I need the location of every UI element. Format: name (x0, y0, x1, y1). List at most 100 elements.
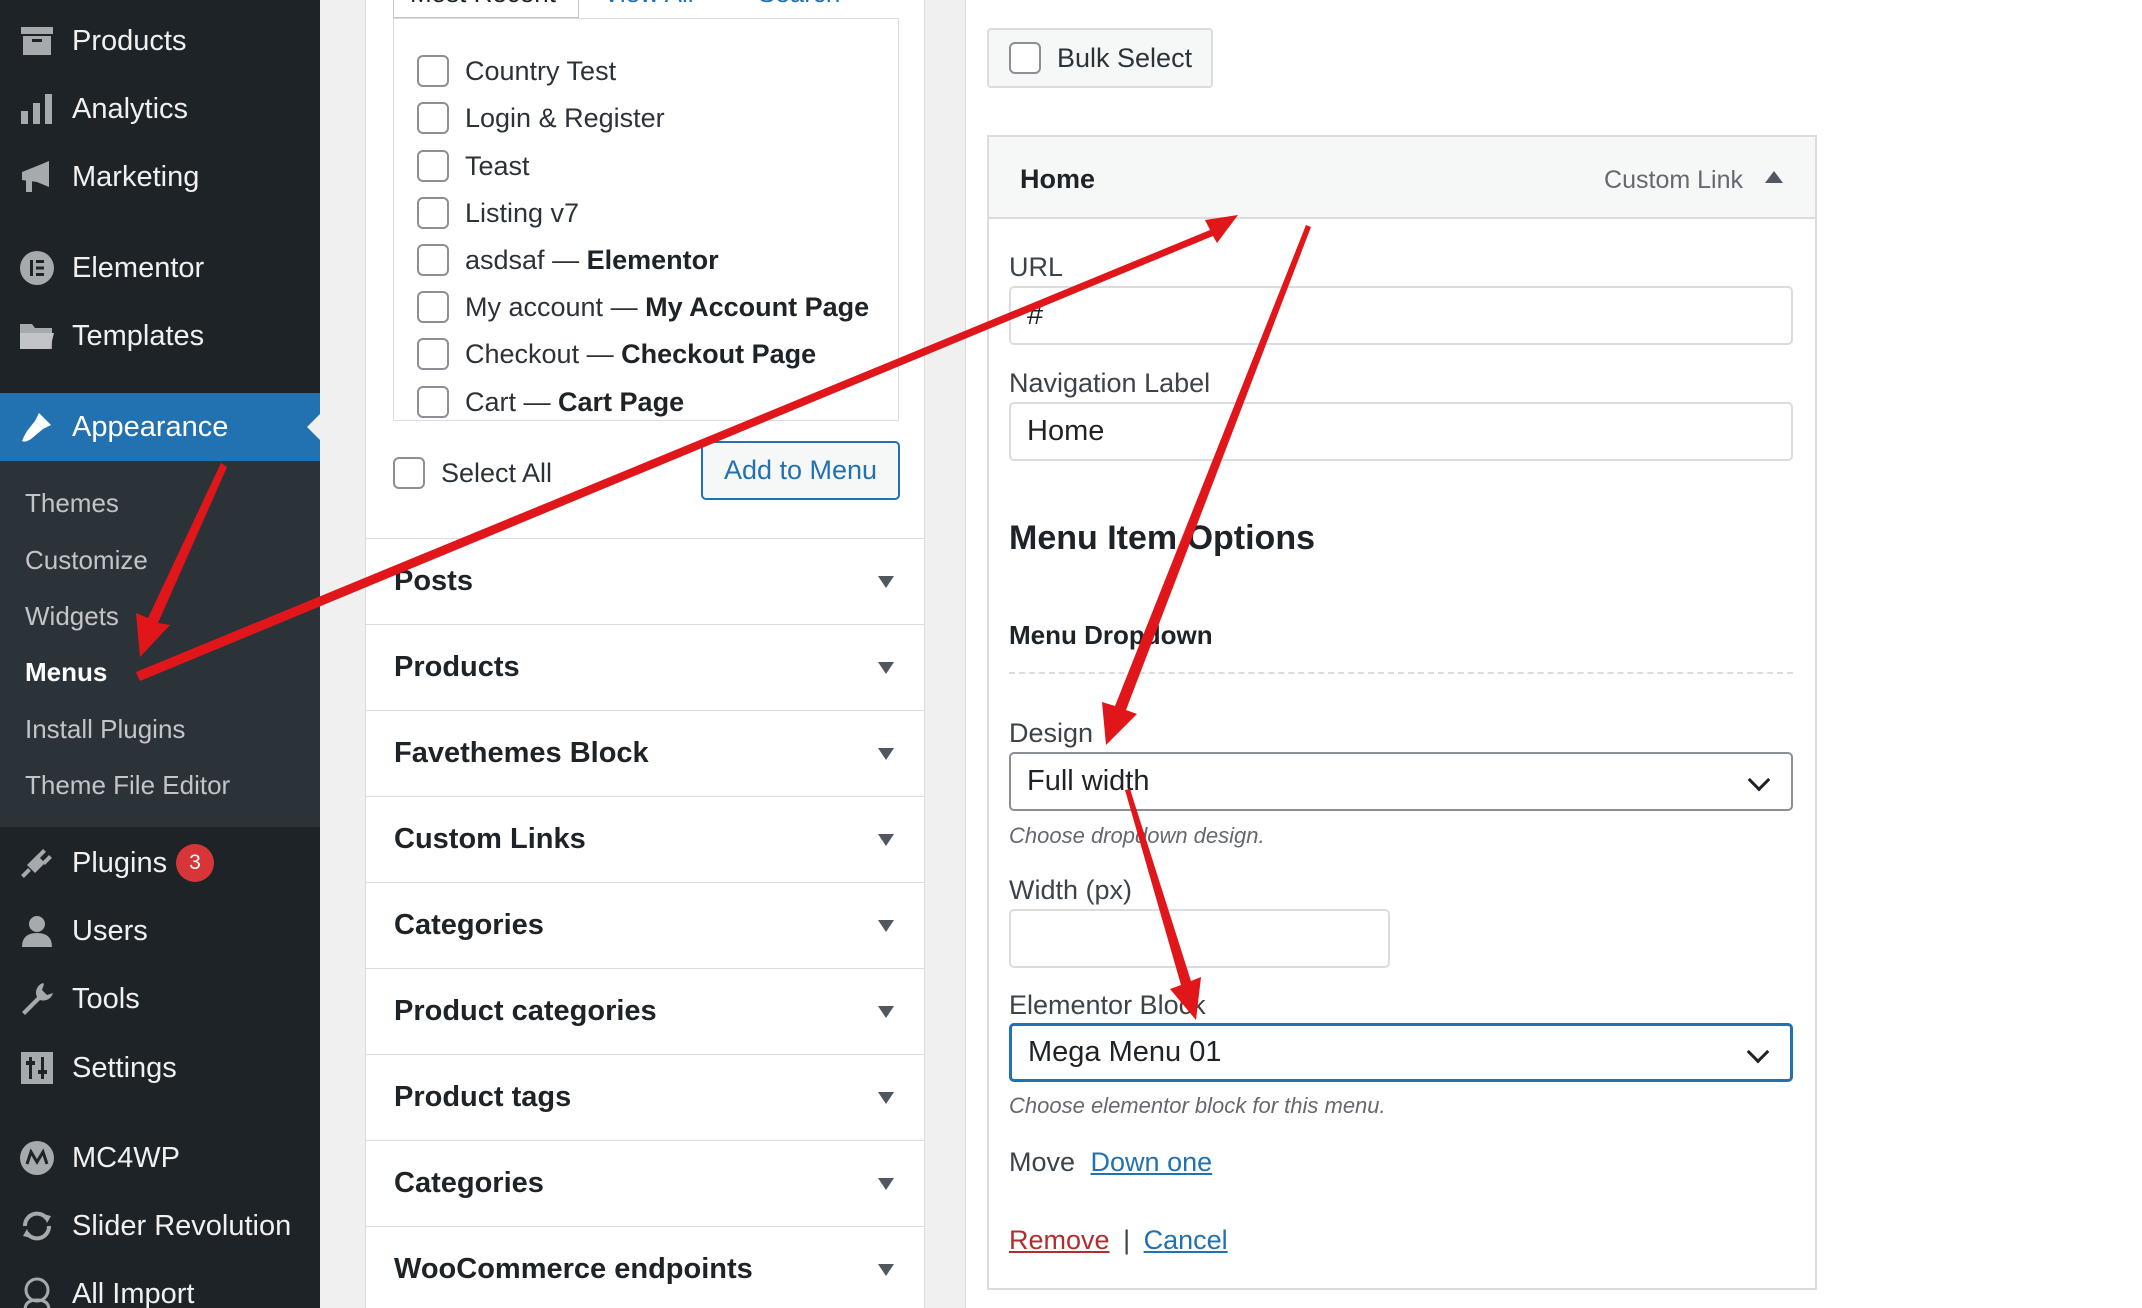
item-actions-row: Remove | Cancel (1009, 1225, 1228, 1256)
url-input[interactable]: # (1009, 286, 1793, 345)
submenu-item-menus[interactable]: Menus (25, 657, 107, 688)
navigation-label-input[interactable]: Home (1009, 402, 1793, 461)
page-checkbox-row[interactable]: Cart — Cart Page (417, 385, 684, 419)
accordion-categories-2[interactable]: Categories (366, 1140, 924, 1226)
page-title: Cart (465, 386, 517, 417)
submenu-item-widgets[interactable]: Widgets (25, 601, 119, 632)
page-checkbox-row[interactable]: Login & Register (417, 101, 665, 135)
plug-icon (18, 844, 56, 882)
sidebar-item-label: Tools (72, 982, 140, 1015)
page-checkbox-row[interactable]: Checkout — Checkout Page (417, 337, 816, 371)
sidebar-item-tools[interactable]: Tools (0, 967, 320, 1031)
sidebar-item-analytics[interactable]: Analytics (0, 77, 320, 141)
sidebar-item-marketing[interactable]: Marketing (0, 145, 320, 209)
submenu-item-themes[interactable]: Themes (25, 488, 119, 519)
page-checkbox-row[interactable]: Teast (417, 149, 530, 183)
design-select[interactable]: Full width (1009, 752, 1793, 811)
sidebar-item-products[interactable]: Products (0, 9, 320, 73)
accordion-custom-links[interactable]: Custom Links (366, 796, 924, 882)
menu-item-header[interactable]: Home Custom Link (989, 137, 1815, 219)
sidebar-item-settings[interactable]: Settings (0, 1036, 320, 1100)
caret-down-icon (878, 747, 894, 760)
accordion-posts[interactable]: Posts (366, 538, 924, 624)
checkbox[interactable] (417, 338, 449, 370)
add-to-menu-button[interactable]: Add to Menu (701, 441, 900, 500)
select-all-row[interactable]: Select All (393, 457, 552, 489)
sidebar-item-label: Products (72, 24, 187, 57)
tab-view-all[interactable]: View All (603, 0, 694, 18)
caret-down-icon (878, 833, 894, 846)
select-all-label: Select All (441, 457, 553, 488)
sidebar-item-label: MC4WP (72, 1141, 180, 1174)
megaphone-icon (18, 158, 56, 196)
sidebar-item-label: Elementor (72, 251, 205, 284)
submenu-item-theme-file-editor[interactable]: Theme File Editor (25, 770, 230, 801)
pages-tabs: Most Recent View All Search (393, 0, 893, 18)
user-icon (18, 912, 56, 950)
caret-down-icon (878, 919, 894, 932)
accordion-title: WooCommerce endpoints (394, 1253, 753, 1285)
accordion-title: Custom Links (394, 823, 586, 855)
page-checkbox-row[interactable]: My account — My Account Page (417, 290, 869, 324)
checkbox[interactable] (417, 150, 449, 182)
bulk-select-label: Bulk Select (1057, 42, 1193, 73)
tab-search[interactable]: Search (758, 0, 840, 18)
sidebar-item-elementor[interactable]: Elementor (0, 236, 320, 300)
width-input[interactable] (1009, 909, 1390, 968)
accordion-favethemes-block[interactable]: Favethemes Block (366, 710, 924, 796)
accordion-categories[interactable]: Categories (366, 882, 924, 968)
sidebar-item-appearance[interactable]: Appearance (0, 393, 320, 461)
page-checkbox-row[interactable]: Country Test (417, 54, 616, 88)
post-state-separator: — (544, 244, 587, 275)
sidebar-item-slider-revolution[interactable]: Slider Revolution (0, 1194, 320, 1258)
sidebar-item-label: Marketing (72, 160, 200, 193)
remove-link[interactable]: Remove (1009, 1225, 1110, 1255)
accordion-products[interactable]: Products (366, 624, 924, 710)
accordion-title: Favethemes Block (394, 737, 649, 769)
page-title: Checkout (465, 338, 580, 369)
sidebar-item-mc4wp[interactable]: MC4WP (0, 1126, 320, 1190)
page-title: asdsaf (465, 244, 545, 275)
checkbox[interactable] (417, 386, 449, 418)
sidebar-item-all-import[interactable]: All Import (0, 1262, 320, 1308)
sidebar-item-plugins[interactable]: Plugins 3 (0, 831, 320, 895)
bulk-select-button[interactable]: Bulk Select (987, 28, 1213, 88)
post-state-separator: — (516, 386, 559, 417)
actions-separator: | (1123, 1225, 1131, 1255)
accordion-product-categories[interactable]: Product categories (366, 968, 924, 1054)
checkbox[interactable] (417, 102, 449, 134)
accordion-title: Products (394, 651, 520, 683)
bar-chart-icon (18, 90, 56, 128)
accordion-title: Product tags (394, 1081, 572, 1113)
elementor-icon (18, 249, 56, 287)
page-checkbox-row[interactable]: Listing v7 (417, 196, 579, 230)
tab-most-recent[interactable]: Most Recent (393, 0, 579, 18)
caret-down-icon (878, 1091, 894, 1104)
elementor-block-select[interactable]: Mega Menu 01 (1009, 1023, 1793, 1082)
cancel-link[interactable]: Cancel (1144, 1225, 1228, 1255)
navigation-label-label: Navigation Label (1009, 368, 1211, 398)
move-down-one-link[interactable]: Down one (1091, 1147, 1213, 1177)
sidebar-item-label: Slider Revolution (72, 1209, 292, 1242)
move-label: Move (1009, 1147, 1076, 1177)
accordion-woocommerce-endpoints[interactable]: WooCommerce endpoints (366, 1226, 924, 1308)
chevron-down-icon (1747, 768, 1771, 792)
submenu-item-install-plugins[interactable]: Install Plugins (25, 714, 185, 745)
design-select-value: Full width (1027, 765, 1150, 797)
refresh-icon (18, 1207, 56, 1245)
sidebar-item-users[interactable]: Users (0, 899, 320, 963)
caret-down-icon (878, 1005, 894, 1018)
page-checkbox-row[interactable]: asdsaf — Elementor (417, 243, 719, 277)
checkbox[interactable] (417, 55, 449, 87)
sidebar-item-label: Analytics (72, 92, 189, 125)
checkbox[interactable] (417, 244, 449, 276)
sidebar-item-templates[interactable]: Templates (0, 304, 320, 368)
select-all-checkbox[interactable] (393, 457, 425, 489)
wrench-icon (18, 980, 56, 1018)
accordion-product-tags[interactable]: Product tags (366, 1054, 924, 1140)
checkbox[interactable] (417, 197, 449, 229)
bulk-select-checkbox[interactable] (1009, 42, 1041, 74)
submenu-item-customize[interactable]: Customize (25, 545, 148, 576)
checkbox[interactable] (417, 291, 449, 323)
collapse-arrow-icon[interactable] (1765, 171, 1783, 183)
